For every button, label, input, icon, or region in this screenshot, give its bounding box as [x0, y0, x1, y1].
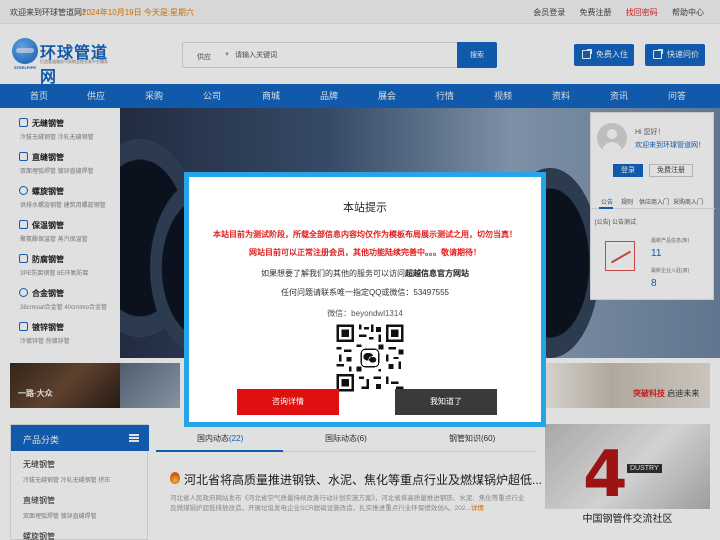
consult-details-button[interactable]: 咨询详情 — [237, 389, 339, 415]
modal-title: 本站提示 — [343, 202, 387, 214]
modal-warning-line-1: 本站目前为测试阶段，所载全部信息内容均仅作为模板布局展示测试之用，切勿当真！ — [213, 230, 517, 239]
modal-info-line: 如果想要了解我们的其他的服务可以访问超越信息官方网站 — [189, 268, 541, 279]
modal-contact-line: 任何问题请联系唯一指定QQ或微信：53497555 — [280, 288, 450, 297]
site-notice-modal: 本站提示 本站目前为测试阶段，所载全部信息内容均仅作为模板布局展示测试之用，切勿… — [184, 172, 546, 427]
official-site-link[interactable]: 超越信息官方网站 — [405, 269, 469, 278]
qr-code-image — [334, 322, 406, 394]
acknowledge-button[interactable]: 我知道了 — [395, 389, 497, 415]
modal-warning-line-2: 网站目前可以正常注册会员，其他功能陆续完善中。。。敬请期待！ — [249, 248, 481, 257]
modal-wechat-line: 微信：beyondwl1314 — [327, 309, 403, 318]
modal-info-text: 如果想要了解我们的其他的服务可以访问 — [261, 269, 405, 278]
